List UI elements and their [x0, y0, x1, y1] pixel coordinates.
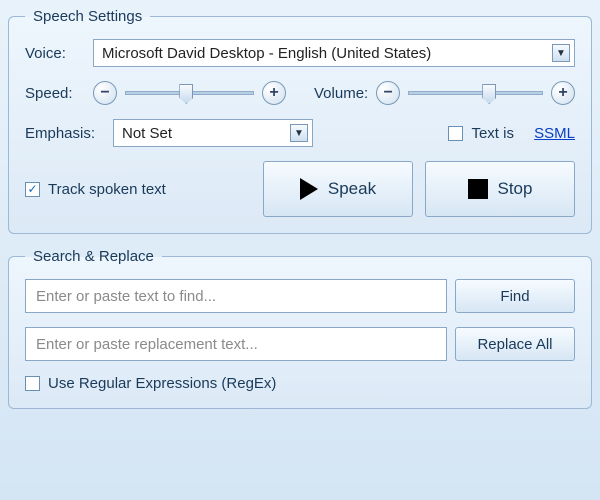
volume-minus-button[interactable]: − [376, 81, 400, 105]
speech-settings-legend: Speech Settings [25, 8, 150, 25]
speed-thumb[interactable] [179, 84, 193, 104]
speed-minus-button[interactable]: − [93, 81, 117, 105]
volume-slider[interactable]: − + [376, 81, 575, 105]
regex-checkbox[interactable] [25, 376, 40, 391]
speed-track[interactable] [125, 91, 254, 95]
find-placeholder: Enter or paste text to find... [36, 288, 216, 305]
emphasis-combobox[interactable]: Not Set ▼ [113, 119, 313, 147]
track-label: Track spoken text [48, 181, 166, 198]
stop-icon [468, 179, 488, 199]
emphasis-value: Not Set [122, 125, 290, 142]
volume-label: Volume: [314, 85, 368, 102]
chevron-down-icon[interactable]: ▼ [552, 44, 570, 62]
speed-slider[interactable]: − + [93, 81, 286, 105]
replace-all-button[interactable]: Replace All [455, 327, 575, 361]
find-button[interactable]: Find [455, 279, 575, 313]
speak-button[interactable]: Speak [263, 161, 413, 217]
track-checkbox[interactable]: ✓ [25, 182, 40, 197]
text-is-label: Text is [471, 125, 514, 142]
chevron-down-icon[interactable]: ▼ [290, 124, 308, 142]
play-icon [300, 178, 318, 200]
volume-thumb[interactable] [482, 84, 496, 104]
speak-button-label: Speak [328, 179, 376, 199]
replace-input[interactable]: Enter or paste replacement text... [25, 327, 447, 361]
replace-placeholder: Enter or paste replacement text... [36, 336, 258, 353]
regex-label: Use Regular Expressions (RegEx) [48, 375, 276, 392]
emphasis-label: Emphasis: [25, 125, 105, 142]
volume-track[interactable] [408, 91, 543, 95]
voice-label: Voice: [25, 45, 85, 62]
speed-label: Speed: [25, 85, 85, 102]
stop-button-label: Stop [498, 179, 533, 199]
speed-plus-button[interactable]: + [262, 81, 286, 105]
volume-plus-button[interactable]: + [551, 81, 575, 105]
search-replace-group: Search & Replace Enter or paste text to … [8, 248, 592, 409]
speech-settings-group: Speech Settings Voice: Microsoft David D… [8, 8, 592, 234]
search-replace-legend: Search & Replace [25, 248, 162, 265]
find-input[interactable]: Enter or paste text to find... [25, 279, 447, 313]
stop-button[interactable]: Stop [425, 161, 575, 217]
ssml-link[interactable]: SSML [534, 125, 575, 142]
voice-value: Microsoft David Desktop - English (Unite… [102, 45, 552, 62]
ssml-checkbox[interactable] [448, 126, 463, 141]
voice-combobox[interactable]: Microsoft David Desktop - English (Unite… [93, 39, 575, 67]
